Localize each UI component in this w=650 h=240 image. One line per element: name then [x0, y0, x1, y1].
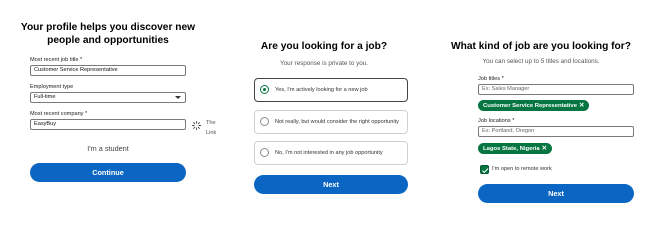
location-pill[interactable]: Lagos State, Nigeria ✕ [478, 143, 553, 154]
job-titles-placeholder: Ex: Sales Manager [482, 86, 530, 92]
company-value: EasyBuy [34, 121, 57, 127]
job-locations-placeholder: Ex: Portland, Oregon [482, 128, 535, 134]
job-search-panel: Are you looking for a job? Your response… [216, 0, 432, 234]
job-title-value: Customer Service Representative [34, 67, 118, 73]
job-title-label: Most recent job title * [30, 57, 83, 63]
radio-icon [260, 117, 269, 126]
employment-type-label: Employment type [30, 84, 74, 90]
job-search-title: Are you looking for a job? [260, 41, 388, 52]
option-actively-looking[interactable]: Yes, I'm actively looking for a new job [254, 78, 408, 102]
continue-button[interactable]: Continue [30, 163, 186, 182]
job-titles-label: Job titles * [478, 76, 504, 82]
job-preferences-title: What kind of job are you looking for? [451, 41, 631, 52]
remote-work-checkbox[interactable] [480, 165, 489, 174]
radio-selected-icon [260, 85, 269, 94]
option-label: Yes, I'm actively looking for a new job [275, 87, 368, 93]
employment-type-select[interactable]: Full-time [30, 92, 186, 103]
option-would-consider[interactable]: Not really, but would consider the right… [254, 110, 408, 134]
option-label: No, I'm not interested in any job opport… [275, 150, 383, 156]
job-locations-input[interactable]: Ex: Portland, Oregon [478, 126, 634, 137]
option-not-interested[interactable]: No, I'm not interested in any job opport… [254, 141, 408, 165]
side-text-link: Link [206, 130, 217, 136]
remote-work-label: I'm open to remote work [492, 166, 552, 172]
radio-icon [260, 148, 269, 157]
job-preferences-panel: What kind of job are you looking for? Yo… [432, 0, 650, 234]
company-input[interactable]: EasyBuy [30, 119, 186, 130]
employment-type-value: Full-time [34, 94, 56, 100]
chevron-down-icon [175, 96, 181, 99]
job-title-input[interactable]: Customer Service Representative [30, 65, 186, 76]
student-link[interactable]: I'm a student [30, 144, 186, 153]
side-text-the: The [206, 120, 216, 126]
job-title-pill[interactable]: Customer Service Representative ✕ [478, 100, 590, 111]
job-titles-input[interactable]: Ex: Sales Manager [478, 84, 634, 95]
pill-label: Lagos State, Nigeria [483, 146, 540, 152]
profile-panel: Your profile helps you discover new peop… [0, 0, 216, 234]
profile-title: Your profile helps you discover new peop… [20, 22, 196, 46]
loading-spinner-icon [192, 121, 201, 130]
privacy-subtitle: Your response is private to you. [280, 60, 368, 67]
company-label: Most recent company * [30, 111, 88, 117]
next-button[interactable]: Next [478, 184, 634, 203]
next-button[interactable]: Next [254, 175, 408, 194]
pill-label: Customer Service Representative [483, 103, 577, 109]
job-locations-label: Job locations * [478, 118, 515, 124]
option-label: Not really, but would consider the right… [275, 119, 399, 125]
selection-limit-subtitle: You can select up to 5 titles and locati… [482, 58, 600, 65]
close-icon[interactable]: ✕ [542, 145, 547, 152]
close-icon[interactable]: ✕ [579, 102, 584, 109]
